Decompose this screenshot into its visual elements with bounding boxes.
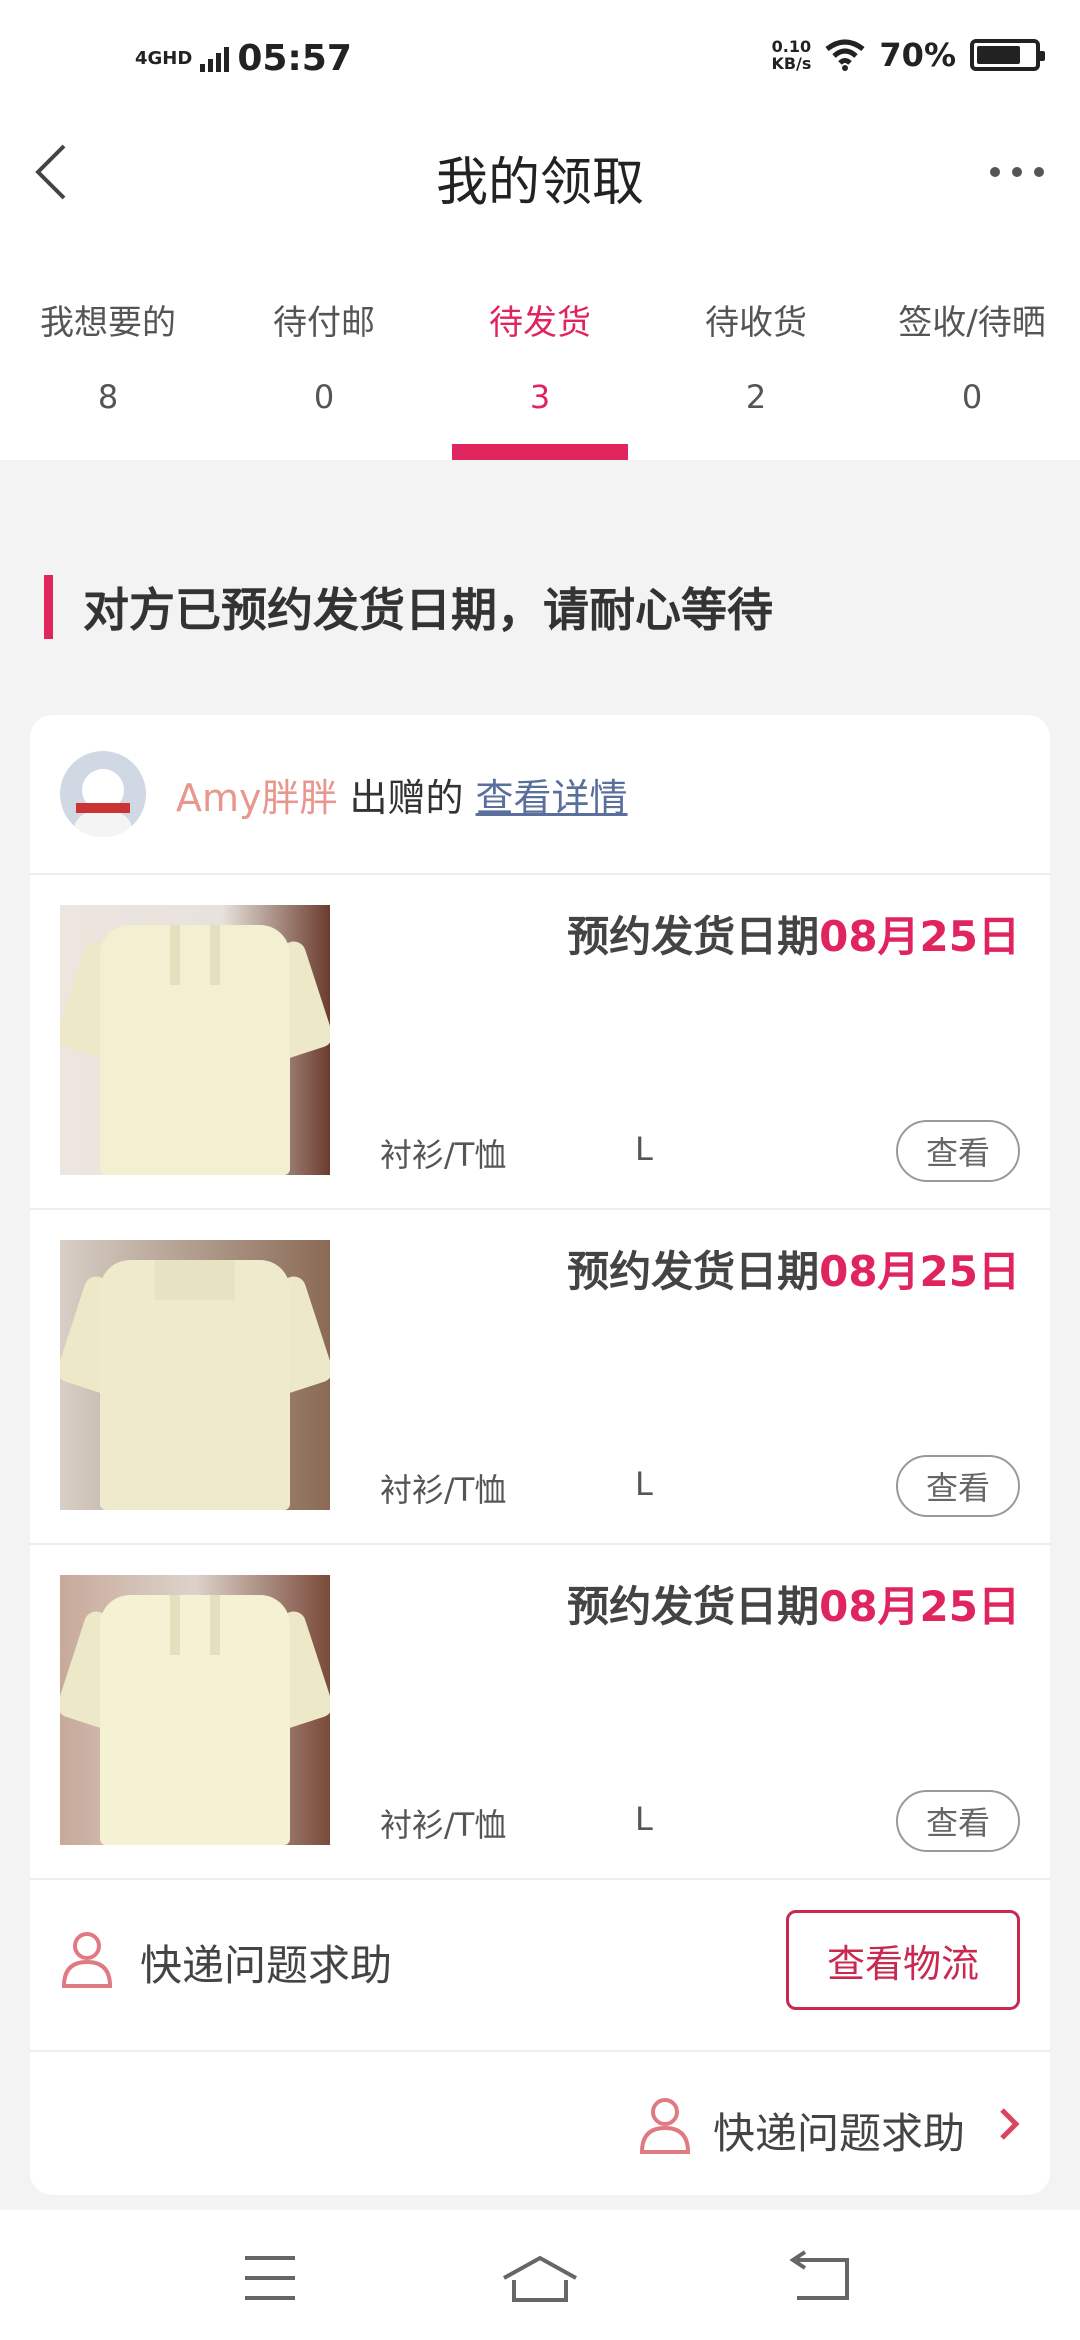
tab-label: 我想要的: [40, 303, 176, 343]
tab-label: 待付邮: [273, 303, 375, 343]
product-image[interactable]: [60, 1575, 330, 1845]
ship-date-value: 08月25日: [819, 1582, 1020, 1631]
menu-icon[interactable]: [240, 2250, 340, 2306]
shirt-collar: [170, 925, 220, 985]
courier-help-link[interactable]: 快递问题求助: [713, 2100, 965, 2161]
speed-unit: KB/s: [771, 54, 812, 73]
tab-count: 0: [313, 378, 335, 416]
notice-banner: 对方已预约发货日期，请耐心等待: [44, 575, 773, 639]
ship-date: 预约发货日期08月25日: [567, 1238, 1020, 1299]
tab-label: 待发货: [489, 303, 591, 343]
avatar-body: [74, 809, 132, 837]
page-title: 我的领取: [435, 153, 644, 213]
status-bar: 4GHD 05:57 0.10 KB/s 70%: [0, 0, 1080, 120]
status-left: 4GHD 05:57: [135, 38, 352, 79]
ship-label: 预约发货日期: [567, 912, 820, 961]
product-image[interactable]: [60, 1240, 330, 1510]
tab-pending-postage[interactable]: 待付邮 0: [216, 225, 432, 460]
tab-count: 2: [745, 378, 767, 416]
list-item[interactable]: 预约发货日期08月25日 衬衫/T恤 L 查看: [30, 875, 1050, 1210]
item-category: 衬衫/T恤: [380, 1471, 507, 1509]
more-dot: [1012, 167, 1022, 177]
item-size: L: [635, 1130, 653, 1168]
notice-accent-bar: [44, 575, 53, 639]
item-size: L: [635, 1465, 653, 1503]
more-horizontal-icon: [990, 167, 1000, 177]
avatar-scarf: [76, 803, 130, 813]
shirt-collar: [155, 1260, 235, 1320]
list-item[interactable]: 预约发货日期08月25日 衬衫/T恤 L 查看: [30, 1210, 1050, 1545]
view-button[interactable]: 查看: [896, 1790, 1020, 1852]
avatar[interactable]: [60, 751, 146, 837]
person-icon: [639, 2098, 691, 2154]
courier-help-row: 快递问题求助 查看物流: [30, 1880, 1050, 2052]
giver-row: Amy胖胖 出赠的 查看详情: [30, 715, 1050, 875]
courier-help-link-row[interactable]: 快递问题求助: [30, 2052, 1050, 2195]
tab-count: 8: [97, 378, 119, 416]
tab-count: 0: [961, 378, 983, 416]
wifi-icon: [825, 39, 865, 71]
system-nav-bar: [0, 2210, 1080, 2340]
giver-name[interactable]: Amy胖胖: [176, 767, 338, 822]
tab-pending-receipt[interactable]: 待收货 2: [648, 225, 864, 460]
item-size: L: [635, 1800, 653, 1838]
ship-label: 预约发货日期: [567, 1582, 820, 1631]
view-logistics-button[interactable]: 查看物流: [786, 1910, 1020, 2010]
chevron-right-icon: [1000, 2108, 1020, 2140]
back-nav-icon[interactable]: [775, 2250, 875, 2306]
shirt-collar: [170, 1595, 220, 1655]
battery-percent: 70%: [879, 36, 956, 74]
list-item[interactable]: 预约发货日期08月25日 衬衫/T恤 L 查看: [30, 1545, 1050, 1880]
gave-text: 出赠的: [349, 775, 464, 820]
status-tabs: 我想要的 8 待付邮 0 待发货 3 待收货 2 签收/待晒 0: [0, 225, 1080, 460]
item-category: 衬衫/T恤: [380, 1806, 507, 1844]
tab-label: 待收货: [705, 303, 807, 343]
battery-icon: [970, 39, 1045, 71]
view-button[interactable]: 查看: [896, 1455, 1020, 1517]
more-button[interactable]: [982, 142, 1052, 202]
tab-label: 签收/待晒: [898, 303, 1046, 343]
network-speed: 0.10 KB/s: [771, 38, 811, 72]
item-category: 衬衫/T恤: [380, 1136, 507, 1174]
courier-help-label[interactable]: 快递问题求助: [140, 1932, 392, 1993]
clock: 05:57: [237, 38, 352, 79]
home-icon[interactable]: [490, 2250, 590, 2306]
ship-label: 预约发货日期: [567, 1247, 820, 1296]
person-icon: [61, 1932, 113, 1988]
ship-date: 预约发货日期08月25日: [567, 903, 1020, 964]
tab-received-share[interactable]: 签收/待晒 0: [864, 225, 1080, 460]
nav-bar: 我的领取: [0, 120, 1080, 225]
tab-pending-shipment[interactable]: 待发货 3: [432, 225, 648, 460]
tab-want[interactable]: 我想要的 8: [0, 225, 216, 460]
speed-value: 0.10: [771, 37, 812, 56]
ship-date: 预约发货日期08月25日: [567, 1573, 1020, 1634]
network-type: 4GHD: [135, 47, 193, 69]
ship-date-value: 08月25日: [819, 912, 1020, 961]
view-details-link[interactable]: 查看详情: [476, 767, 628, 822]
ship-date-value: 08月25日: [819, 1247, 1020, 1296]
product-image[interactable]: [60, 905, 330, 1175]
more-dot: [1034, 167, 1044, 177]
tab-count: 3: [529, 378, 551, 416]
signal-icon: [200, 46, 230, 72]
status-right: 0.10 KB/s 70%: [771, 36, 1045, 74]
order-card: Amy胖胖 出赠的 查看详情 预约发货日期08月25日 衬衫/T恤 L 查看 预…: [30, 715, 1050, 2195]
view-button[interactable]: 查看: [896, 1120, 1020, 1182]
notice-text: 对方已预约发货日期，请耐心等待: [83, 583, 773, 637]
